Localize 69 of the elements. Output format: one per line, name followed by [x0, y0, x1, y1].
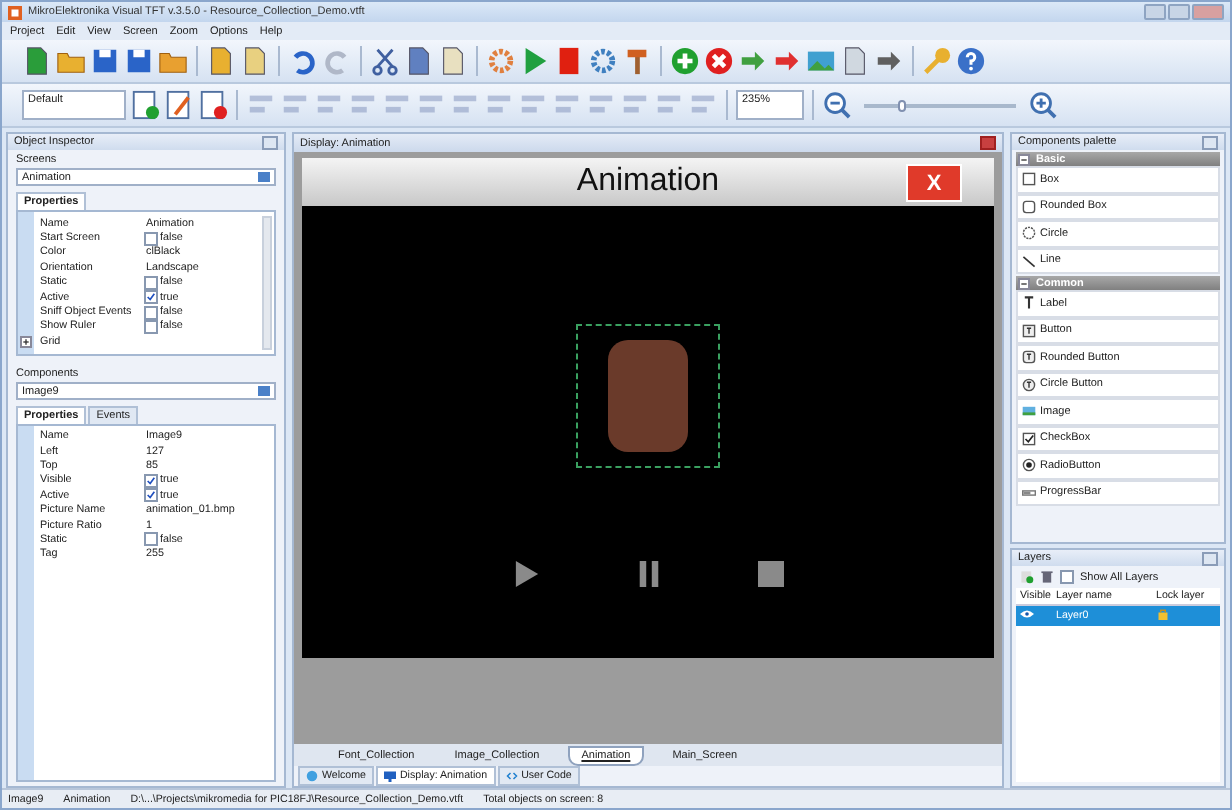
lock-icon[interactable]	[1156, 608, 1170, 620]
minimize-button[interactable]	[1144, 4, 1166, 20]
checkbox[interactable]	[144, 305, 158, 320]
image-icon[interactable]	[806, 46, 836, 76]
app-icon	[8, 5, 22, 19]
circle-icon	[1022, 226, 1036, 241]
save-all-icon[interactable]	[124, 46, 154, 76]
checkbox[interactable]	[1060, 570, 1074, 584]
paste-icon[interactable]	[438, 46, 468, 76]
expand-toggle[interactable]	[1018, 277, 1030, 289]
hammer-icon[interactable]	[622, 46, 652, 76]
document-icon[interactable]	[206, 46, 236, 76]
gear-icon[interactable]	[588, 46, 618, 76]
stop-icon[interactable]	[554, 46, 584, 76]
new-screen-icon[interactable]	[130, 90, 160, 120]
edit-screen-icon[interactable]	[164, 90, 194, 120]
code-icon	[505, 770, 518, 782]
checkbox[interactable]	[144, 473, 158, 488]
stop-icon[interactable]	[757, 558, 783, 590]
play-icon[interactable]	[513, 558, 539, 590]
screen-title: Animation	[576, 164, 720, 200]
checkbox[interactable]	[144, 488, 158, 503]
line-icon	[1022, 253, 1036, 268]
pause-icon[interactable]	[635, 558, 661, 590]
square-icon	[1022, 172, 1036, 187]
copy-icon[interactable]	[404, 46, 434, 76]
close-button[interactable]	[262, 135, 278, 149]
add-layer-icon[interactable]	[1020, 570, 1034, 584]
checkbox[interactable]	[144, 290, 158, 305]
zoom-in-icon[interactable]	[1028, 90, 1058, 120]
add-icon[interactable]	[670, 46, 700, 76]
delete-icon[interactable]	[704, 46, 734, 76]
close-button[interactable]	[1202, 551, 1218, 565]
cut-icon[interactable]	[370, 46, 400, 76]
sprite-placeholder	[608, 340, 688, 452]
scrollbar[interactable]	[262, 216, 272, 350]
rounded-square-icon	[1022, 199, 1036, 214]
checkbox[interactable]	[144, 275, 158, 290]
gear-icon[interactable]	[486, 46, 516, 76]
expand-toggle[interactable]	[1018, 153, 1030, 165]
new-screen-icon[interactable]	[22, 46, 52, 76]
save-icon[interactable]	[90, 46, 120, 76]
expand-toggle[interactable]	[20, 335, 32, 348]
slider-thumb[interactable]	[898, 99, 906, 111]
arrow-icon[interactable]	[738, 46, 768, 76]
checkbox[interactable]	[144, 231, 158, 246]
help-icon[interactable]	[956, 46, 986, 76]
eye-icon[interactable]	[1020, 608, 1034, 620]
undo-icon[interactable]	[288, 46, 318, 76]
trash-icon[interactable]	[1040, 570, 1054, 584]
document-icon[interactable]	[240, 46, 270, 76]
globe-icon	[306, 770, 318, 782]
text-icon	[1022, 296, 1036, 311]
checkbox[interactable]	[144, 532, 158, 547]
close-button[interactable]: X	[906, 164, 962, 202]
arrow-icon[interactable]	[772, 46, 802, 76]
play-icon[interactable]	[520, 46, 550, 76]
maximize-button[interactable]	[1168, 4, 1190, 20]
radio-icon	[1022, 458, 1036, 473]
monitor-icon	[383, 770, 396, 782]
button-icon	[1022, 350, 1036, 365]
zoom-out-icon[interactable]	[822, 90, 852, 120]
round-button-icon	[1022, 377, 1036, 392]
checkbox-icon	[1022, 431, 1036, 446]
remove-screen-icon[interactable]	[198, 90, 228, 120]
image-icon	[1022, 404, 1036, 419]
progress-bar-icon	[1022, 485, 1036, 500]
close-button[interactable]	[1202, 135, 1218, 149]
button-icon	[1022, 323, 1036, 338]
